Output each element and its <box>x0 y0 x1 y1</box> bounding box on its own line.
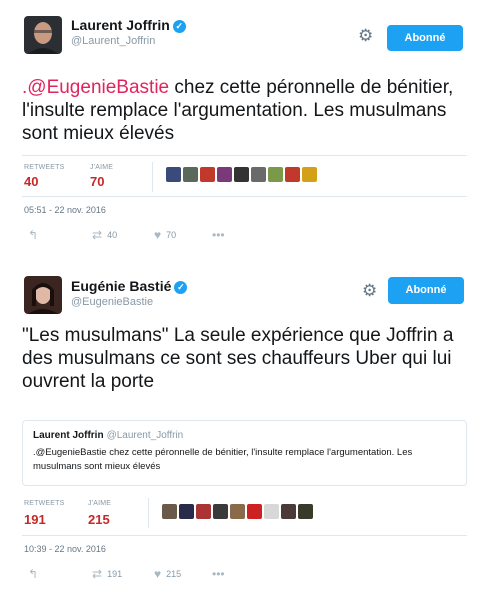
retweets-count[interactable]: 40 <box>24 174 38 189</box>
likes-count[interactable]: 70 <box>90 174 104 189</box>
author-handle[interactable]: @EugenieBastie <box>71 296 153 308</box>
avatar[interactable] <box>24 16 62 54</box>
retweet-button[interactable]: ⇄ 191 <box>92 567 122 581</box>
liker-avatar[interactable] <box>217 167 232 182</box>
liker-avatars <box>162 504 315 519</box>
tweet-text: "Les musulmans" La seule expérience que … <box>22 325 454 392</box>
divider <box>22 196 467 197</box>
liker-avatar[interactable] <box>247 504 262 519</box>
timestamp[interactable]: 10:39 - 22 nov. 2016 <box>24 544 106 554</box>
gear-icon[interactable]: ⚙ <box>358 26 373 46</box>
heart-icon: ♥ <box>154 228 162 242</box>
author-name[interactable]: Eugénie Bastié ✓ <box>71 278 188 294</box>
liker-avatar[interactable] <box>251 167 266 182</box>
divider <box>22 535 467 536</box>
retweets-count[interactable]: 191 <box>24 512 46 527</box>
retweets-label: RETWEETS <box>24 164 65 171</box>
more-button[interactable]: ••• <box>212 567 230 581</box>
liker-avatar[interactable] <box>230 504 245 519</box>
heart-icon: ♥ <box>154 567 162 581</box>
tweet-2: Eugénie Bastié ✓ @EugenieBastie ⚙ Abonné … <box>0 262 491 601</box>
author-handle[interactable]: @Laurent_Joffrin <box>71 35 155 47</box>
timestamp[interactable]: 05:51 - 22 nov. 2016 <box>24 205 106 215</box>
like-count: 70 <box>166 230 177 240</box>
author-name-text: Laurent Joffrin <box>71 17 170 33</box>
gear-icon[interactable]: ⚙ <box>362 281 377 301</box>
more-icon: ••• <box>212 228 225 242</box>
author-name[interactable]: Laurent Joffrin ✓ <box>71 17 186 33</box>
like-button[interactable]: ♥ 70 <box>154 228 176 242</box>
more-icon: ••• <box>212 567 225 581</box>
more-button[interactable]: ••• <box>212 228 230 242</box>
liker-avatar[interactable] <box>162 504 177 519</box>
retweet-count: 40 <box>107 230 118 240</box>
verified-badge-icon: ✓ <box>174 281 188 294</box>
retweet-icon: ⇄ <box>92 567 103 581</box>
reply-button[interactable]: ↰ <box>28 567 43 581</box>
liker-avatar[interactable] <box>179 504 194 519</box>
retweets-label: RETWEETS <box>24 500 65 507</box>
author-name-text: Eugénie Bastié <box>71 278 172 294</box>
retweet-count: 191 <box>107 569 123 579</box>
liker-avatar[interactable] <box>200 167 215 182</box>
like-count: 215 <box>166 569 182 579</box>
quoted-author-handle: @Laurent_Joffrin <box>106 430 184 441</box>
avatar[interactable] <box>24 276 62 314</box>
liker-avatar[interactable] <box>264 504 279 519</box>
liker-avatar[interactable] <box>285 167 300 182</box>
liker-avatar[interactable] <box>268 167 283 182</box>
reply-button[interactable]: ↰ <box>28 228 43 242</box>
liker-avatar[interactable] <box>281 504 296 519</box>
liker-avatar[interactable] <box>183 167 198 182</box>
like-button[interactable]: ♥ 215 <box>154 567 181 581</box>
mention-link[interactable]: .@EugenieBastie <box>22 77 169 98</box>
reply-icon: ↰ <box>28 567 39 581</box>
quoted-text: .@EugenieBastie chez cette péronnelle de… <box>33 447 413 472</box>
follow-button[interactable]: Abonné <box>388 277 464 304</box>
tweet-1: Laurent Joffrin ✓ @Laurent_Joffrin ⚙ Abon… <box>0 0 491 262</box>
liker-avatars <box>166 167 319 182</box>
retweet-icon: ⇄ <box>92 228 103 242</box>
tweet-text: .@EugenieBastie chez cette péronnelle de… <box>22 76 472 145</box>
reply-icon: ↰ <box>28 228 39 242</box>
liker-avatar[interactable] <box>234 167 249 182</box>
stats-separator <box>152 162 153 192</box>
likes-label: J'AIME <box>88 500 112 507</box>
liker-avatar[interactable] <box>196 504 211 519</box>
stats-separator <box>148 498 149 528</box>
liker-avatar[interactable] <box>302 167 317 182</box>
likes-count[interactable]: 215 <box>88 512 110 527</box>
retweet-button[interactable]: ⇄ 40 <box>92 228 117 242</box>
liker-avatar[interactable] <box>166 167 181 182</box>
quoted-author: Laurent Joffrin @Laurent_Joffrin <box>33 430 183 441</box>
verified-badge-icon: ✓ <box>172 20 186 33</box>
follow-button[interactable]: Abonné <box>387 25 463 51</box>
quoted-tweet[interactable]: Laurent Joffrin @Laurent_Joffrin .@Eugeni… <box>22 420 467 486</box>
liker-avatar[interactable] <box>298 504 313 519</box>
liker-avatar[interactable] <box>213 504 228 519</box>
divider <box>22 155 467 156</box>
likes-label: J'AIME <box>90 164 114 171</box>
quoted-author-name: Laurent Joffrin <box>33 430 104 441</box>
